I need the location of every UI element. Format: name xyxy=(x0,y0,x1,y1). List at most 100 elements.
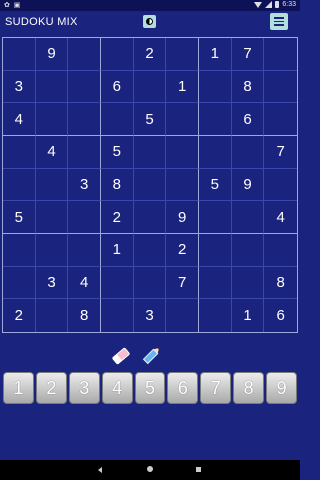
board-cell[interactable] xyxy=(68,201,101,234)
board-cell[interactable] xyxy=(68,103,101,136)
board-cell[interactable]: 7 xyxy=(166,266,199,300)
board-cell[interactable] xyxy=(133,136,167,169)
board-cell[interactable] xyxy=(199,201,232,234)
number-key-5[interactable]: 5 xyxy=(134,372,166,404)
board-cell[interactable] xyxy=(166,38,199,71)
number-key-6[interactable]: 6 xyxy=(167,372,199,404)
board-cell[interactable]: 6 xyxy=(264,299,297,332)
board-cell[interactable] xyxy=(199,234,232,267)
board-cell[interactable] xyxy=(35,234,69,267)
theme-toggle-button[interactable] xyxy=(143,15,156,28)
board-cell[interactable] xyxy=(231,136,265,169)
board-cell[interactable] xyxy=(166,103,199,136)
board-cell[interactable] xyxy=(101,299,134,332)
number-key-9[interactable]: 9 xyxy=(266,372,298,404)
board-cell[interactable] xyxy=(231,266,265,300)
board-cell[interactable]: 1 xyxy=(199,38,232,71)
contrast-icon xyxy=(146,18,153,25)
board-cell[interactable] xyxy=(199,266,232,300)
board-cell[interactable] xyxy=(68,234,101,267)
pencil-icon[interactable] xyxy=(140,343,164,367)
number-key-3[interactable]: 3 xyxy=(68,372,100,404)
board-cell[interactable]: 4 xyxy=(264,201,297,234)
board-cell[interactable]: 8 xyxy=(231,70,265,104)
board-cell[interactable]: 5 xyxy=(199,168,232,202)
board-cell[interactable] xyxy=(3,168,36,202)
system-nav-bar xyxy=(0,460,300,480)
board-cell[interactable] xyxy=(101,266,134,300)
board-cell[interactable]: 1 xyxy=(232,299,265,332)
board-cell[interactable]: 3 xyxy=(134,299,167,332)
board-cell[interactable]: 2 xyxy=(3,299,36,332)
board-cell[interactable]: 7 xyxy=(231,38,265,71)
board-cell[interactable] xyxy=(68,38,101,71)
board-cell[interactable] xyxy=(3,266,36,300)
board-cell[interactable] xyxy=(133,168,167,202)
board-cell[interactable] xyxy=(101,103,134,136)
app-bar: SUDOKU MIX xyxy=(0,11,300,35)
number-key-2[interactable]: 2 xyxy=(35,372,67,404)
board-cell[interactable] xyxy=(36,299,69,332)
board-cell[interactable]: 9 xyxy=(35,38,69,71)
board-cell[interactable]: 1 xyxy=(166,70,199,104)
board-cell[interactable] xyxy=(101,38,134,71)
board-cell[interactable]: 9 xyxy=(166,201,199,234)
number-key-7[interactable]: 7 xyxy=(200,372,232,404)
board-cell[interactable]: 4 xyxy=(3,103,36,136)
board-cell[interactable]: 2 xyxy=(166,234,199,267)
board-cell[interactable] xyxy=(3,136,36,169)
board-cell[interactable] xyxy=(3,38,36,71)
number-key-8[interactable]: 8 xyxy=(233,372,265,404)
board-cell[interactable] xyxy=(35,70,69,104)
board-cell[interactable] xyxy=(264,38,297,71)
board-cell[interactable]: 4 xyxy=(68,266,101,300)
recents-icon[interactable] xyxy=(196,467,201,472)
board-cell[interactable] xyxy=(231,234,265,267)
board-cell[interactable] xyxy=(35,168,69,202)
board-cell[interactable]: 5 xyxy=(101,136,134,169)
board-cell[interactable] xyxy=(3,234,36,267)
board-cell[interactable] xyxy=(133,234,167,267)
number-key-4[interactable]: 4 xyxy=(101,372,133,404)
board-cell[interactable] xyxy=(166,299,199,332)
board-cell[interactable]: 8 xyxy=(101,168,134,202)
home-icon[interactable] xyxy=(147,466,153,472)
board-cell[interactable]: 9 xyxy=(231,168,265,202)
board-cell[interactable] xyxy=(264,234,297,267)
board-cell[interactable] xyxy=(133,70,167,104)
back-icon[interactable] xyxy=(98,467,102,473)
board-cell[interactable] xyxy=(199,299,232,332)
board-cell[interactable]: 3 xyxy=(68,168,101,202)
board-cell[interactable] xyxy=(68,70,101,104)
board-cell[interactable] xyxy=(133,201,167,234)
board-cell[interactable]: 7 xyxy=(264,136,297,169)
board-cell[interactable] xyxy=(35,201,69,234)
board-cell[interactable] xyxy=(264,169,297,202)
board-cell[interactable]: 1 xyxy=(101,234,134,267)
board-cell[interactable] xyxy=(264,103,297,136)
board-cell[interactable] xyxy=(166,136,199,169)
board-cell[interactable] xyxy=(199,136,232,169)
board-cell[interactable]: 8 xyxy=(68,299,101,332)
board-cell[interactable]: 2 xyxy=(101,201,134,234)
board-cell[interactable] xyxy=(133,266,167,300)
board-cell[interactable] xyxy=(199,70,232,104)
board-cell[interactable] xyxy=(199,103,232,136)
board-cell[interactable]: 2 xyxy=(133,38,167,71)
board-cell[interactable]: 5 xyxy=(133,103,167,136)
board-cell[interactable] xyxy=(166,168,199,202)
board-cell[interactable] xyxy=(68,136,101,169)
board-cell[interactable]: 3 xyxy=(35,266,69,300)
menu-button[interactable] xyxy=(270,13,288,30)
board-cell[interactable] xyxy=(264,71,297,104)
board-cell[interactable] xyxy=(231,201,265,234)
eraser-icon[interactable] xyxy=(110,345,132,367)
board-cell[interactable]: 5 xyxy=(3,201,36,234)
board-cell[interactable]: 8 xyxy=(264,267,297,300)
board-cell[interactable]: 4 xyxy=(35,136,69,169)
board-cell[interactable]: 6 xyxy=(101,70,134,104)
board-cell[interactable]: 3 xyxy=(3,70,36,104)
board-cell[interactable] xyxy=(35,103,69,136)
number-key-1[interactable]: 1 xyxy=(3,372,34,404)
board-cell[interactable]: 6 xyxy=(231,103,265,136)
